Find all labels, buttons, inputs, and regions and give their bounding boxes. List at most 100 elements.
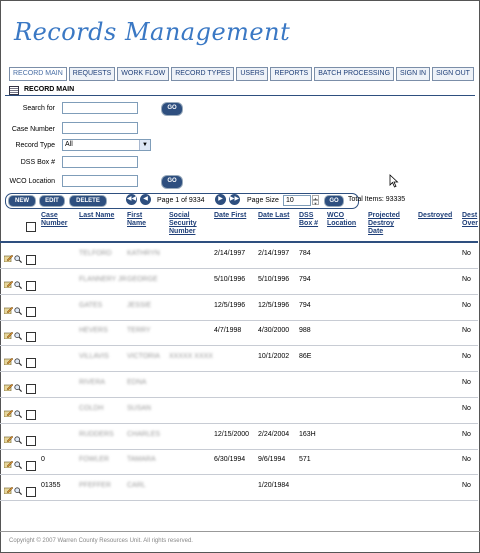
view-icon[interactable] bbox=[14, 384, 23, 393]
nav-tab-sign-out[interactable]: SIGN OUT bbox=[432, 67, 474, 81]
record-list-icon bbox=[9, 86, 19, 95]
date-last-cell: 5/10/1996 bbox=[258, 275, 290, 283]
view-icon[interactable] bbox=[14, 410, 23, 418]
search-go-button[interactable]: GO bbox=[161, 102, 183, 116]
row-checkbox[interactable] bbox=[26, 306, 36, 317]
prev-page-icon[interactable]: ◀ bbox=[140, 194, 151, 205]
view-icon[interactable] bbox=[14, 358, 23, 367]
last-name-cell: HEVERS bbox=[79, 327, 108, 335]
case-number-cell: 01355 bbox=[41, 482, 61, 490]
table-row: 01355 PFEFFER CARL 1/20/1984 No bbox=[0, 475, 478, 502]
delete-button[interactable]: DELETE bbox=[69, 195, 107, 207]
view-icon[interactable] bbox=[14, 435, 23, 444]
col-wco-location[interactable]: WCO Location bbox=[327, 212, 356, 228]
view-icon[interactable] bbox=[14, 255, 23, 264]
nav-tab-requests[interactable]: REQUESTS bbox=[68, 67, 116, 81]
mouse-pointer-icon bbox=[389, 174, 399, 188]
dss-box-cell: 163H bbox=[299, 430, 316, 438]
copyright-text: Copyright © 2007 Warren County Resources… bbox=[9, 538, 193, 544]
dest-override-cell: No bbox=[462, 250, 471, 257]
case-number-label: Case Number bbox=[11, 126, 55, 133]
col-ssn[interactable]: Social Security Number bbox=[169, 212, 197, 236]
first-page-icon[interactable]: ◀◀ bbox=[126, 194, 137, 205]
dest-override-cell: No bbox=[462, 482, 471, 490]
col-case-number[interactable]: Case Number bbox=[41, 212, 67, 228]
nav-tab-users[interactable]: USERS bbox=[236, 67, 269, 81]
nav-tab-reports[interactable]: REPORTS bbox=[270, 67, 313, 81]
location-go-button[interactable]: GO bbox=[161, 175, 183, 189]
row-checkbox[interactable] bbox=[26, 255, 36, 265]
view-icon[interactable] bbox=[14, 281, 23, 289]
view-icon[interactable] bbox=[14, 487, 23, 496]
view-icon[interactable] bbox=[14, 332, 23, 341]
date-last-cell: 12/5/1996 bbox=[258, 301, 290, 309]
record-type-select[interactable]: All ▼ bbox=[62, 139, 151, 151]
wco-location-field[interactable] bbox=[62, 175, 138, 187]
search-input[interactable] bbox=[62, 102, 138, 114]
page-size-input[interactable] bbox=[283, 195, 311, 206]
app-title: Records Management bbox=[14, 18, 291, 46]
date-last-cell: 9/6/1994 bbox=[258, 456, 286, 464]
edit-icon[interactable] bbox=[3, 254, 14, 263]
row-checkbox[interactable] bbox=[26, 409, 36, 420]
nav-tab-batch-processing[interactable]: BATCH PROCESSING bbox=[314, 67, 395, 81]
row-checkbox[interactable] bbox=[26, 280, 36, 291]
col-date-last[interactable]: Date Last bbox=[258, 212, 290, 220]
edit-icon[interactable] bbox=[3, 461, 14, 469]
edit-icon[interactable] bbox=[3, 486, 14, 495]
page-size-go-button[interactable]: GO bbox=[324, 195, 344, 207]
first-name-cell: CHARLES bbox=[127, 430, 161, 438]
row-checkbox[interactable] bbox=[26, 461, 36, 472]
search-for-label: Search for bbox=[22, 105, 55, 112]
last-name-cell: COLDH bbox=[79, 404, 104, 412]
nav-tab-work-flow[interactable]: WORK FLOW bbox=[117, 67, 170, 81]
col-destroyed[interactable]: Destroyed bbox=[418, 212, 452, 220]
first-name-cell: EDNA bbox=[127, 379, 147, 386]
row-checkbox[interactable] bbox=[26, 384, 36, 394]
row-checkbox[interactable] bbox=[26, 332, 36, 343]
row-checkbox[interactable] bbox=[26, 435, 36, 446]
last-name-cell: RUDDERS bbox=[79, 430, 114, 438]
nav-tab-record-main[interactable]: RECORD MAIN bbox=[9, 67, 67, 81]
dest-override-cell: No bbox=[462, 430, 471, 438]
edit-icon[interactable] bbox=[3, 306, 14, 314]
edit-icon[interactable] bbox=[3, 383, 14, 392]
dss-box-field[interactable] bbox=[62, 156, 138, 168]
edit-icon[interactable] bbox=[3, 435, 14, 443]
col-dest-override[interactable]: Dest Over bbox=[462, 212, 478, 228]
date-first-cell: 12/5/1996 bbox=[214, 301, 246, 309]
date-last-cell: 1/20/1984 bbox=[258, 482, 290, 490]
col-dss-box[interactable]: DSS Box # bbox=[299, 212, 318, 228]
total-items: Total Items: 93335 bbox=[348, 196, 406, 203]
col-projected-destroy-date[interactable]: Projected Destroy Date bbox=[368, 212, 400, 236]
table-row: FLANNERY JR GEORGE 5/10/1996 5/10/1996 794 No bbox=[0, 269, 478, 295]
col-last-name[interactable]: Last Name bbox=[79, 212, 114, 220]
nav-tab-sign-in[interactable]: SIGN IN bbox=[396, 67, 431, 81]
new-button[interactable]: NEW bbox=[8, 195, 36, 207]
edit-icon[interactable] bbox=[3, 409, 14, 418]
case-number-field[interactable] bbox=[62, 122, 138, 134]
page-size-label: Page Size bbox=[247, 197, 279, 204]
edit-icon[interactable] bbox=[3, 332, 14, 340]
date-first-cell: 4/7/1998 bbox=[214, 327, 242, 335]
view-icon[interactable] bbox=[14, 306, 23, 315]
edit-icon[interactable] bbox=[3, 280, 14, 289]
dss-box-cell: 86E bbox=[299, 353, 312, 361]
page-size-stepper[interactable]: ▲ ▼ bbox=[312, 195, 319, 206]
select-all-checkbox[interactable] bbox=[26, 222, 36, 232]
col-first-name[interactable]: First Name bbox=[127, 212, 146, 228]
row-checkbox[interactable] bbox=[26, 358, 36, 369]
col-date-first[interactable]: Date First bbox=[214, 212, 246, 220]
table-row: GATES JESSIE 12/5/1996 12/5/1996 794 No bbox=[0, 295, 478, 321]
date-last-cell: 4/30/2000 bbox=[258, 327, 290, 335]
section-divider bbox=[5, 95, 475, 96]
row-checkbox[interactable] bbox=[26, 487, 36, 498]
table-row: VILLAVIS VICTORIA XXXXX XXXX 10/1/2002 86E No bbox=[0, 346, 478, 373]
last-page-icon[interactable]: ▶▶ bbox=[229, 194, 240, 205]
nav-tab-record-types[interactable]: RECORD TYPES bbox=[171, 67, 235, 81]
edit-button[interactable]: EDIT bbox=[39, 195, 65, 207]
edit-icon[interactable] bbox=[3, 357, 14, 366]
next-page-icon[interactable]: ▶ bbox=[215, 194, 226, 205]
table-row: COLDH SUSAN No bbox=[0, 398, 478, 424]
view-icon[interactable] bbox=[14, 461, 23, 470]
